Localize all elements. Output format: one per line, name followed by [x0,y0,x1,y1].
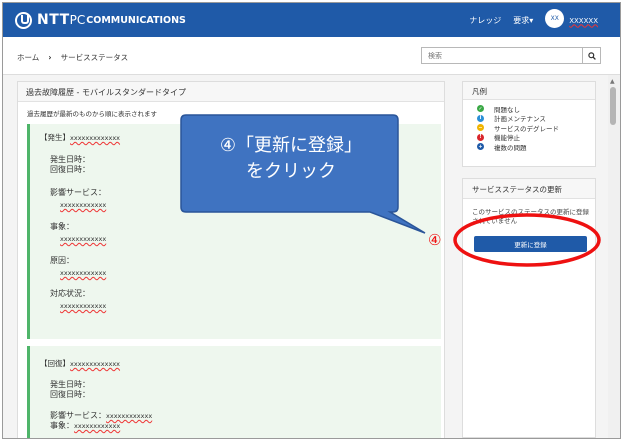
top-navigation-bar: NTT PC COMMUNICATIONS ナレッジ 要求▾ XX XXXXXX [3,3,620,37]
exclamation-circle-icon: ! [477,133,484,141]
legend-title: 凡例 [463,82,595,100]
incident-title[interactable]: 【回復】xxxxxxxxxxxxx [40,358,120,369]
legend-panel: 凡例 ✓ 問題なし i 計画メンテナンス − サービスのデグレード! 機能停止 + 複数の問題 [462,81,596,167]
incident-type: 【回復】 [40,359,70,368]
app-window: NTT PC COMMUNICATIONS ナレッジ 要求▾ XX XXXXXX… [2,2,621,439]
legend-item: i 計画メンテナンス [477,114,595,124]
logo[interactable]: NTT PC COMMUNICATIONS [15,10,186,30]
search-input[interactable] [422,48,582,63]
avatar[interactable]: XX [545,9,565,28]
subscribe-updates-button[interactable]: 更新に登録 [474,236,587,252]
callout-line2: をクリック [246,161,336,182]
incident-card: 【回復】xxxxxxxxxxxxx 発生日時： 回復日時： 影響サービス：xxx… [27,346,441,438]
status-update-title: サービスステータスの更新 [463,179,595,199]
scroll-up-icon[interactable]: ▲ [610,78,615,85]
logo-pc-text: PC [69,13,86,27]
callout-line1: ④「更新に登録」 [219,135,363,156]
symptom-label-text: 事象： [50,421,74,430]
cause-label: 原因： [50,256,74,265]
status-update-panel: サービスステータスの更新 このサービスのステータスの更新に登録されていません 更… [462,178,596,438]
status-value: xxxxxxxxxxxx [60,302,107,310]
cause-value: xxxxxxxxxxxx [60,269,107,277]
incident-id: xxxxxxxxxxxxx [70,360,121,368]
plus-circle-icon: + [477,143,484,151]
breadcrumb-current: サービスステータス [60,53,129,62]
search-box [421,47,601,64]
step-number-marker: ④ [428,231,442,249]
affected-value: xxxxxxxxxxxx [60,201,107,209]
incident-id: xxxxxxxxxxxxx [70,134,121,142]
symptom-value: xxxxxxxxxxxx [60,235,107,243]
user-menu[interactable]: XXXXXX [569,17,598,25]
affected-label: 影響サービス： [50,188,106,197]
legend-item-label: 問題なし [494,105,520,114]
symptom-label: 事象：xxxxxxxxxxxx [50,420,120,431]
logo-ntt-text: NTT [37,12,70,28]
callout-text: ④「更新に登録」 をクリック [186,133,396,185]
ntt-logo-icon [15,11,32,29]
legend-item: + 複数の問題 [477,142,595,152]
legend-item-label: サービスのデグレード [494,124,559,133]
incident-title[interactable]: 【発生】xxxxxxxxxxxxx [40,132,120,143]
incident-type: 【発生】 [40,133,70,142]
legend-item: ! 機能停止 [477,133,595,143]
legend-item: ✓ 問題なし [477,104,595,114]
search-icon [587,51,596,60]
symptom-value: xxxxxxxxxxxx [74,422,121,430]
legend-item: − サービスのデグレード [477,123,595,133]
breadcrumb: ホーム › サービスステータス [17,52,128,63]
status-update-text: このサービスのステータスの更新に登録されていません [472,208,589,225]
legend-item-label: 計画メンテナンス [494,115,546,124]
minus-circle-icon: − [477,124,484,132]
recovered-label: 回復日時： [50,390,90,399]
nav-request-menu[interactable]: 要求▾ [513,15,533,26]
header-nav: ナレッジ 要求▾ XX XXXXXX [469,9,598,28]
legend-item-label: 機能停止 [494,134,520,143]
breadcrumb-bar: ホーム › サービスステータス [3,37,620,75]
recovered-label: 回復日時： [50,165,90,174]
scrollbar-track[interactable] [608,75,620,438]
search-button[interactable] [582,48,600,63]
check-circle-icon: ✓ [477,105,484,113]
symptom-label: 事象： [50,222,74,231]
history-panel-title: 過去故障履歴 - モバイルスタンダードタイプ [18,82,444,102]
history-note: 過去履歴が最新のものから順に表示されます [27,110,157,118]
breadcrumb-home-link[interactable]: ホーム [17,52,39,63]
legend-list: ✓ 問題なし i 計画メンテナンス − サービスのデグレード! 機能停止 + 複数の問題 [463,100,595,152]
info-circle-icon: i [477,114,484,122]
status-label: 対応状況： [50,289,90,298]
nav-knowledge-link[interactable]: ナレッジ [469,15,501,26]
chevron-right-icon: › [48,53,52,62]
logo-communications-text: COMMUNICATIONS [86,14,186,26]
affected-label-text: 影響サービス： [50,411,106,420]
affected-value: xxxxxxxxxxxx [106,412,153,420]
scrollbar-thumb[interactable] [610,87,616,125]
legend-item-label: 複数の問題 [494,143,527,152]
